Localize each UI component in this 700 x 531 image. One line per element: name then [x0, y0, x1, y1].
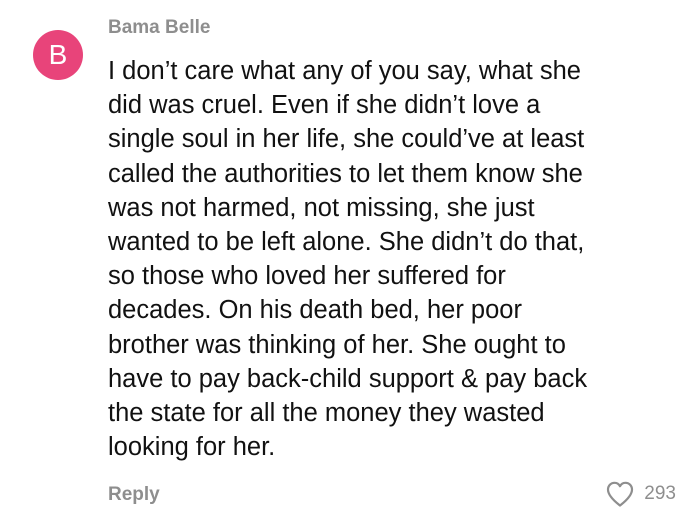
comment-card: B Bama Belle I don’t care what any of yo… — [0, 0, 700, 531]
comment-author[interactable]: Bama Belle — [108, 17, 210, 39]
reply-button[interactable]: Reply — [108, 484, 160, 506]
avatar-letter: B — [48, 39, 68, 70]
like-button[interactable]: 293 — [605, 480, 676, 508]
comment-body: I don’t care what any of you say, what s… — [108, 57, 588, 462]
like-count: 293 — [644, 483, 676, 504]
avatar[interactable]: B — [33, 30, 83, 80]
heart-outline-icon[interactable] — [605, 480, 635, 508]
